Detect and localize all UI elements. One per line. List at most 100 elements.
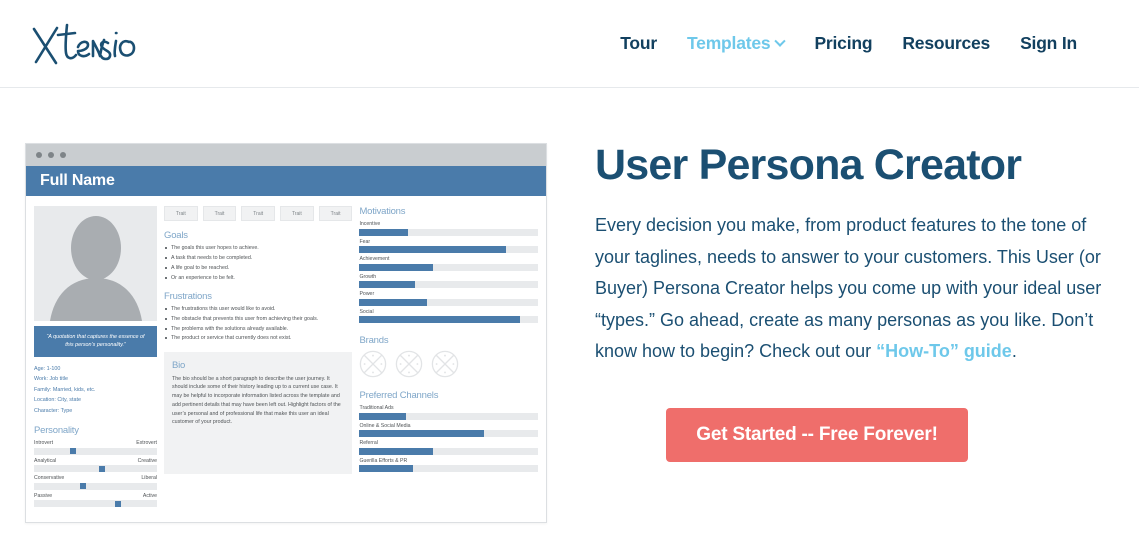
motivation-bar-power[interactable]: Power [359,291,539,306]
slider-track[interactable] [34,482,157,490]
template-preview-window[interactable]: Full Name “A quotation that captures the… [25,143,547,524]
persona-details: Age: 1-100 Work: Job title Family: Marri… [34,364,157,417]
bar-track [359,298,539,306]
bar-label: Fear [359,238,371,245]
slider-handle[interactable] [70,448,77,455]
slider-right-label: Extrovert [136,440,157,447]
nav-item-sign-in-label: Sign In [1020,33,1077,53]
detail-work: Work: Job title [34,376,69,383]
persona-left-column: “A quotation that captures the essence o… [34,206,157,510]
get-started-button[interactable]: Get Started -- Free Forever! [666,407,968,462]
list-item: The goals this user hopes to achieve. [164,245,352,251]
nav-item-resources[interactable]: Resources [902,33,990,54]
page-content: Full Name “A quotation that captures the… [0,88,1139,524]
motivation-bar-fear[interactable]: Fear [359,238,539,253]
persona-card-header: Full Name [26,166,546,196]
nav-item-pricing-label: Pricing [814,33,873,53]
page-title: User Persona Creator [595,141,1022,189]
channel-bar-guerilla-efforts-pr[interactable]: Guerilla Efforts & PR [359,457,539,472]
motivation-bar-social[interactable]: Social [359,309,539,323]
motivation-bar-achievement[interactable]: Achievement [359,256,539,271]
bar-fill [359,263,433,271]
nav-item-sign-in[interactable]: Sign In [1020,33,1077,54]
bar-label: Growth [359,273,377,280]
channel-bar-traditional-ads[interactable]: Traditional Ads [359,405,539,420]
window-close-dot-icon [36,152,42,158]
bio-title: Bio [172,359,186,371]
slider-track[interactable] [34,447,157,455]
list-item: A task that needs to be completed. [164,255,352,261]
bar-track [359,465,539,472]
slider-right-label: Creative [137,457,157,464]
persona-full-name: Full Name [40,172,115,189]
hero-description-tail: . [1011,341,1017,362]
bar-track [359,281,539,288]
bar-fill [359,447,433,455]
preferred-channels-title: Preferred Channels [359,390,439,401]
slider-handle[interactable] [114,500,121,507]
chevron-down-icon [774,35,787,47]
trait-chip[interactable]: Trait [241,206,276,221]
xtensio-logo[interactable] [30,18,150,70]
persona-right-column: Motivations Incentive Fear Achievement G… [359,206,539,510]
bar-label: Referral [359,440,378,446]
window-minimize-dot-icon [48,152,54,158]
personality-slider-analytical-creative[interactable]: Analytical Creative [34,458,157,473]
window-maximize-dot-icon [60,152,66,158]
hero-description-text: Every decision you make, from product fe… [595,215,1102,362]
persona-quote: “A quotation that captures the essence o… [34,326,157,357]
personality-title: Personality [34,425,79,437]
bar-fill [359,316,521,323]
bar-fill [359,465,414,472]
trait-chip[interactable]: Trait [280,206,314,221]
detail-character: Character: Type [34,407,73,414]
personality-slider-introvert-extrovert[interactable]: Introvert Extrovert [34,440,157,455]
slider-handle[interactable] [98,465,105,472]
bar-track [359,430,539,437]
channel-bar-referral[interactable]: Referral [359,440,539,455]
slider-handle[interactable] [80,483,87,490]
slider-right-label: Active [142,492,157,499]
trait-chip[interactable]: Trait [202,206,237,221]
motivation-bar-growth[interactable]: Growth [359,273,539,288]
slider-right-label: Liberal [141,475,157,482]
persona-card-body: “A quotation that captures the essence o… [26,196,546,523]
how-to-guide-link[interactable]: “How-To” guide [876,341,1012,361]
bar-track [359,412,539,420]
slider-left-label: Introvert [34,440,54,447]
brand-placeholder-icon[interactable] [395,350,423,378]
frustrations-list: The frustrations this user would like to… [164,306,352,342]
motivation-bar-incentive[interactable]: Incentive [359,221,539,236]
personality-slider-conservative-liberal[interactable]: Conservative Liberal [34,475,157,490]
nav-item-tour[interactable]: Tour [620,33,657,54]
goals-title: Goals [164,230,188,241]
bar-label: Incentive [359,221,381,227]
slider-track[interactable] [34,500,157,508]
xtensio-logo-icon [32,23,136,64]
brands-group [359,350,538,378]
nav-item-resources-label: Resources [902,33,991,53]
trait-chip[interactable]: Trait [164,206,198,221]
person-silhouette-icon [50,216,142,321]
bar-track [359,316,539,323]
nav-item-pricing[interactable]: Pricing [814,33,872,54]
slider-left-label: Passive [34,492,53,499]
list-item: The product or service that currently do… [164,335,352,341]
bar-fill [359,412,406,420]
brand-placeholder-icon[interactable] [359,350,387,378]
slider-track[interactable] [34,465,157,473]
bar-fill [359,298,428,306]
list-item: The frustrations this user would like to… [164,306,352,312]
motivations-title: Motivations [359,206,406,217]
bar-label: Guerilla Efforts & PR [359,457,408,464]
trait-chip[interactable]: Trait [318,206,353,221]
brand-placeholder-icon[interactable] [431,350,459,378]
hero-description: Every decision you make, from product fe… [595,210,1109,368]
avatar [34,206,157,321]
list-item: Or an experience to be felt. [164,275,352,281]
personality-slider-passive-active[interactable]: Passive Active [34,493,157,508]
list-item: The problems with the solutions already … [164,326,352,332]
window-chrome [26,144,546,166]
nav-item-templates[interactable]: Templates [687,33,787,54]
channel-bar-online-social-media[interactable]: Online & Social Media [359,423,539,437]
